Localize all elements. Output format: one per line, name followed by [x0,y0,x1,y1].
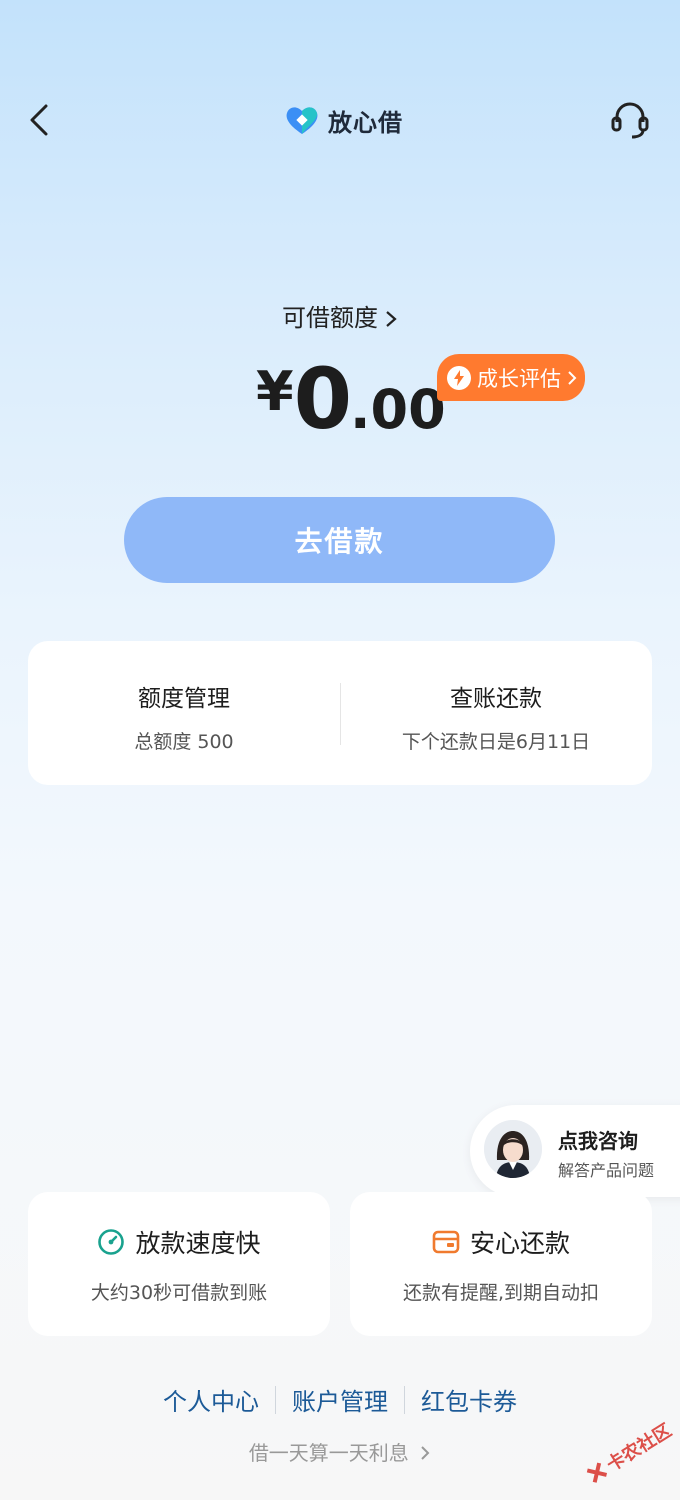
top-bar: 放心借 [0,90,680,150]
watermark-text: 卡农社区 [603,1419,676,1476]
chevron-right-icon [386,311,397,327]
link-separator [404,1385,405,1414]
headset-icon [611,102,649,139]
chevron-right-icon [568,370,577,385]
feature-title: 放款速度快 [135,1229,261,1258]
consult-floating-button[interactable]: 点我咨询 解答产品问题 [470,1105,680,1197]
back-button[interactable] [22,98,62,142]
wallet-card-icon [432,1230,460,1254]
currency-symbol: ¥ [256,360,294,423]
feature-card-safe-repay: 安心还款 还款有提醒,到期自动扣 [350,1192,652,1336]
brand: 放心借 [284,100,403,140]
consult-subtitle: 解答产品问题 [558,1161,655,1180]
growth-assessment-badge[interactable]: 成长评估 [437,354,585,401]
interest-note-link[interactable]: 借一天算一天利息 [0,1437,680,1466]
interest-note-text: 借一天算一天利息 [248,1441,409,1465]
brand-name: 放心借 [328,108,403,137]
consult-title: 点我咨询 [558,1129,638,1153]
speed-gauge-icon [98,1229,125,1255]
feature-subtitle: 还款有提醒,到期自动扣 [402,1282,600,1304]
feature-title: 安心还款 [469,1229,570,1258]
link-separator [275,1385,276,1414]
borrow-button[interactable]: 去借款 [124,497,555,583]
watermark-logo-icon [586,1462,608,1483]
credit-management-entry[interactable]: 额度管理 总额度 500 [28,641,340,785]
brand-logo-icon [286,107,318,134]
chevron-left-icon [30,104,48,136]
personal-center-link[interactable]: 个人中心 [163,1382,259,1417]
bills-repayment-entry[interactable]: 查账还款 下个还款日是6月11日 [340,641,652,785]
watermark: 卡农社区 [579,1410,680,1495]
credit-limit-link[interactable]: 可借额度 [0,298,680,333]
available-amount: ¥0.00 [256,350,446,448]
account-management-link[interactable]: 账户管理 [292,1382,388,1417]
coupons-link[interactable]: 红包卡券 [421,1382,517,1417]
account-management-card: 额度管理 总额度 500 查账还款 下个还款日是6月11日 [28,641,652,785]
feature-subtitle: 大约30秒可借款到账 [90,1282,268,1304]
credit-management-title: 额度管理 [138,686,230,712]
feature-card-fast-loan: 放款速度快 大约30秒可借款到账 [28,1192,330,1336]
bills-repayment-title: 查账还款 [450,686,542,712]
lightning-icon [447,365,471,390]
customer-service-button[interactable] [608,98,652,142]
amount-decimal: .00 [350,378,446,441]
next-repayment-date-text: 下个还款日是6月11日 [401,731,591,753]
total-credit-text: 总额度 500 [134,731,234,753]
bottom-links: 个人中心 账户管理 红包卡券 [0,1382,680,1417]
agent-avatar [484,1120,542,1178]
amount-integer: 0 [293,350,352,448]
chevron-right-icon [421,1446,430,1460]
credit-limit-label: 可借额度 [282,304,378,332]
growth-badge-label: 成长评估 [477,366,561,391]
